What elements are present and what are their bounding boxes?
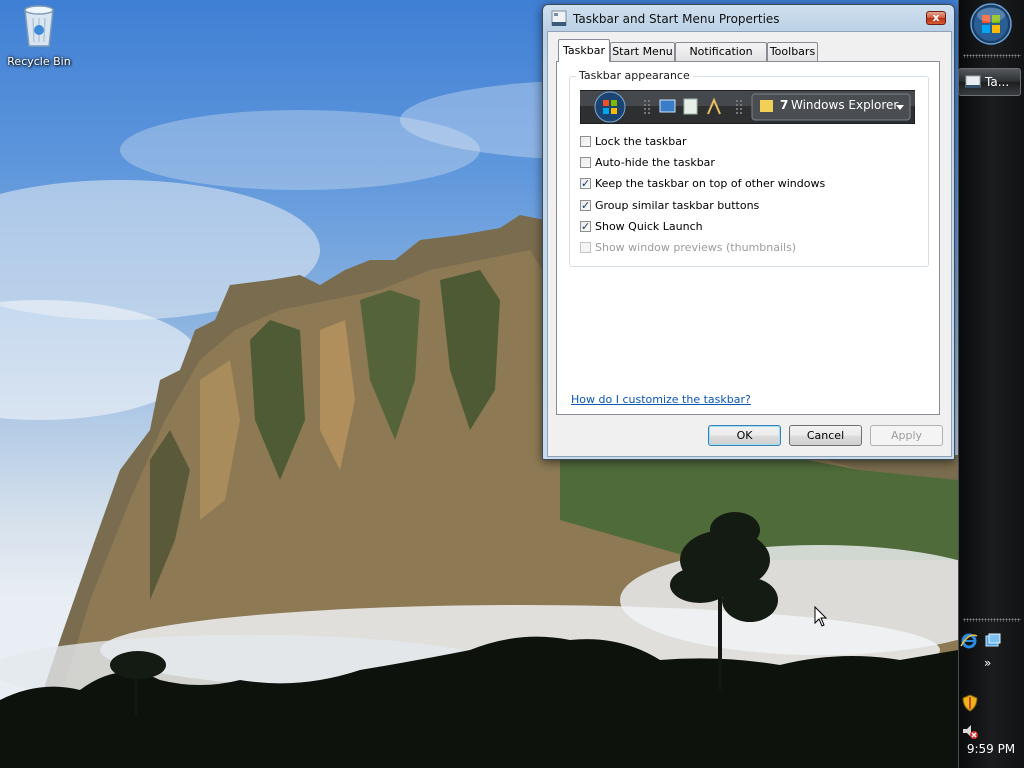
quick-launch-checkbox[interactable] [580, 219, 591, 235]
taskbar-button-label: Ta... [985, 75, 1010, 89]
group-buttons-checkbox[interactable] [580, 198, 591, 214]
option-label: Auto-hide the taskbar [595, 156, 715, 169]
option-label: Show Quick Launch [595, 220, 703, 233]
dialog-title: Taskbar and Start Menu Properties [573, 12, 780, 26]
option-group-buttons[interactable]: Group similar taskbar buttons [580, 198, 759, 214]
option-label: Group similar taskbar buttons [595, 199, 760, 212]
dialog-client-area: Taskbar Start Menu Notification Area Too… [547, 31, 952, 457]
auto-hide-checkbox[interactable] [580, 157, 591, 168]
option-keep-on-top[interactable]: Keep the taskbar on top of other windows [580, 176, 825, 192]
option-label: Show window previews (thumbnails) [595, 241, 797, 254]
preview-window-count: 7 [780, 98, 789, 112]
tab-notification-area[interactable]: Notification Area [675, 42, 767, 76]
help-link[interactable]: How do I customize the taskbar? [571, 393, 751, 406]
option-window-previews: Show window previews (thumbnails) [580, 240, 796, 256]
taskbar-appearance-group: Taskbar appearance 7 Windows Explorer Lo… [569, 69, 929, 267]
taskbar-grip[interactable] [963, 618, 1021, 622]
taskbar-grip[interactable] [963, 54, 1021, 58]
recycle-bin-shortcut[interactable]: Recycle Bin [4, 2, 74, 68]
option-auto-hide[interactable]: Auto-hide the taskbar [580, 155, 715, 171]
window-previews-checkbox [580, 242, 591, 253]
preview-window-label: Windows Explorer [791, 98, 899, 112]
keep-on-top-checkbox[interactable] [580, 176, 591, 192]
start-button[interactable] [969, 2, 1013, 46]
security-shield-icon[interactable] [961, 694, 979, 712]
recycle-bin-icon [24, 5, 54, 47]
system-clock[interactable]: 9:59 PM [960, 742, 1022, 756]
ok-button[interactable]: OK [708, 425, 781, 446]
close-button[interactable]: x [926, 11, 946, 25]
properties-window-icon [551, 10, 567, 26]
taskbar [958, 0, 1024, 768]
tab-taskbar[interactable]: Taskbar [558, 39, 610, 62]
tab-start-menu[interactable]: Start Menu [610, 42, 675, 61]
switch-windows-icon[interactable] [984, 632, 1002, 650]
option-lock-taskbar[interactable]: Lock the taskbar [580, 134, 687, 150]
properties-window-icon [965, 75, 981, 88]
group-label: Taskbar appearance [576, 69, 693, 82]
internet-explorer-icon[interactable] [960, 632, 978, 650]
taskbar-properties-dialog: Taskbar and Start Menu Properties x Task… [542, 4, 955, 460]
apply-button: Apply [870, 425, 943, 446]
recycle-bin-label: Recycle Bin [7, 55, 71, 68]
tab-panel-taskbar: Taskbar appearance 7 Windows Explorer Lo… [556, 61, 940, 415]
option-label: Lock the taskbar [595, 135, 687, 148]
option-quick-launch[interactable]: Show Quick Launch [580, 219, 703, 235]
taskbar-button-properties[interactable]: Ta... [958, 68, 1021, 96]
quick-launch-chevron[interactable]: » [984, 656, 991, 670]
mouse-cursor-icon [814, 606, 828, 627]
cancel-button[interactable]: Cancel [789, 425, 862, 446]
lock-taskbar-checkbox[interactable] [580, 136, 591, 147]
volume-muted-icon[interactable] [961, 722, 979, 740]
option-label: Keep the taskbar on top of other windows [595, 177, 826, 190]
tab-toolbars[interactable]: Toolbars [767, 42, 818, 61]
